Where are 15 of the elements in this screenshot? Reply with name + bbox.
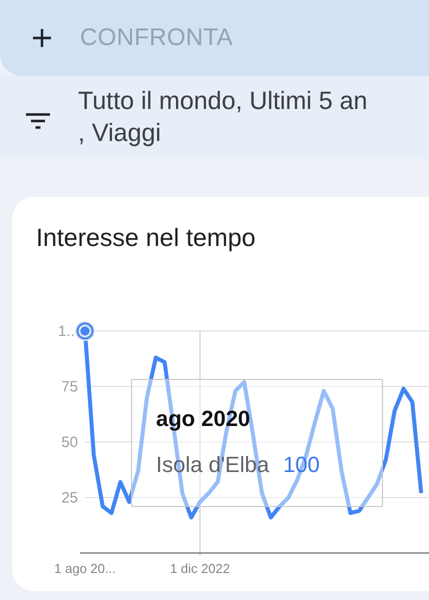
- axis-label: 1 ago 20...: [54, 561, 116, 576]
- filter-summary: , Viaggi: [78, 118, 162, 149]
- compare-label: CONFRONTA: [80, 24, 233, 52]
- card-title: Interesse nel tempo: [35, 223, 257, 253]
- axis-label: 1..: [58, 323, 75, 340]
- plus-icon: [32, 28, 52, 48]
- tooltip-title: ago 2020: [156, 406, 252, 432]
- filter-summary: Tutto il mondo, Ultimi 5 an: [78, 86, 368, 117]
- axis-label: 50: [61, 434, 78, 451]
- axis-label: 75: [61, 378, 78, 396]
- filter-icon: [26, 113, 50, 129]
- axis-label: 25: [61, 490, 78, 506]
- filter-bar[interactable]: Tutto il mondo, Ultimi 5 an , Viaggi: [0, 76, 429, 158]
- series-value: 100: [283, 452, 320, 478]
- axis-label: 1 dic 2022: [170, 561, 230, 576]
